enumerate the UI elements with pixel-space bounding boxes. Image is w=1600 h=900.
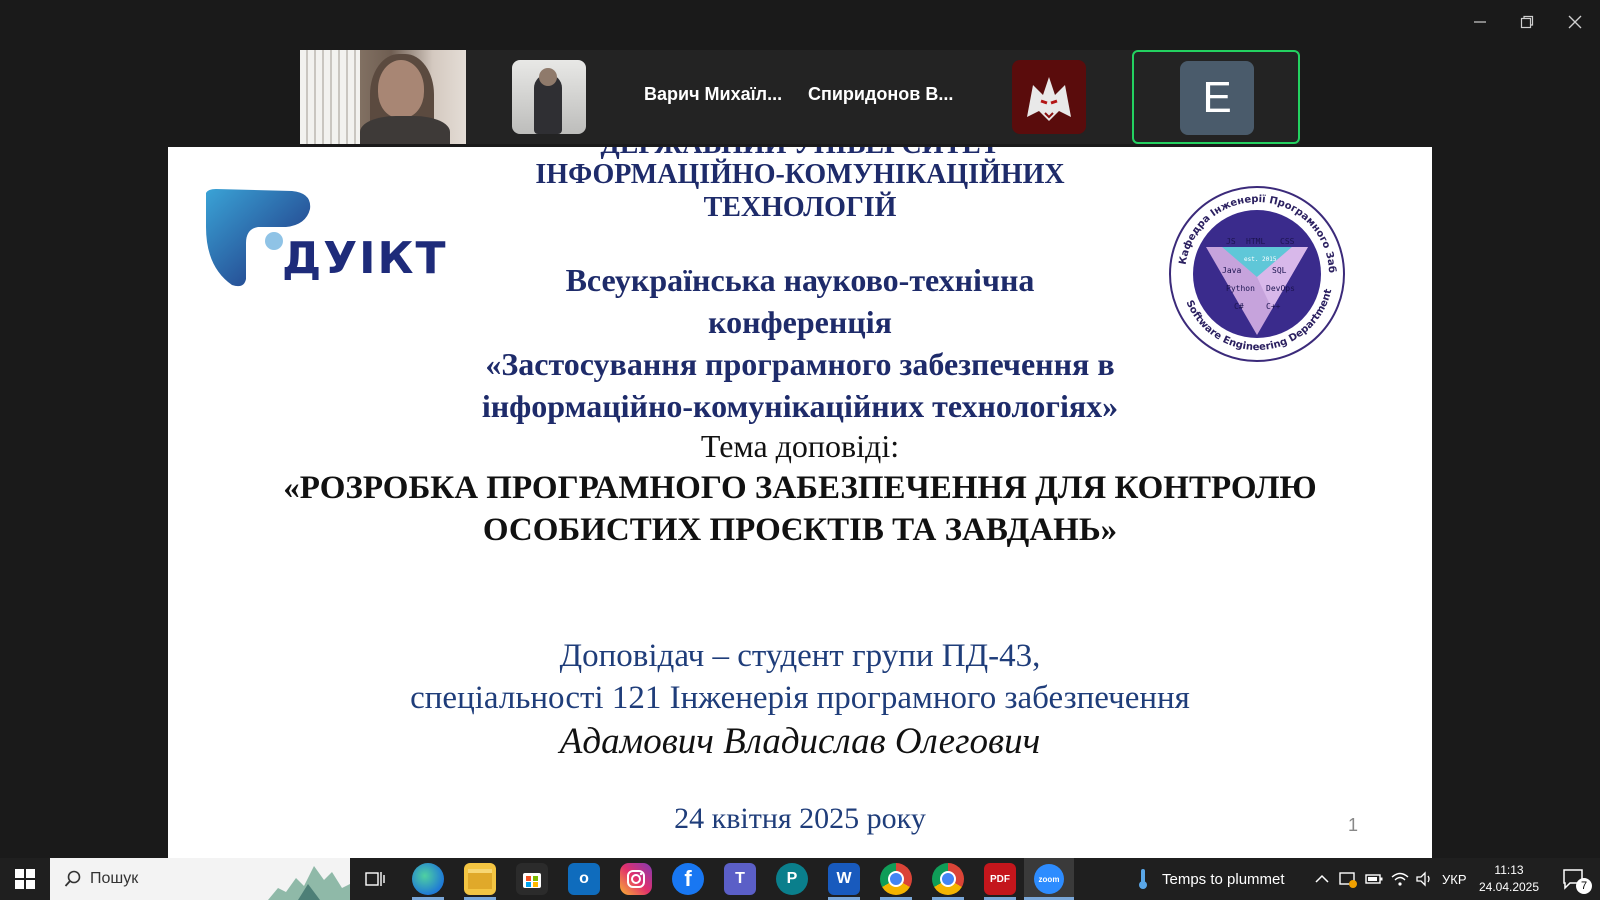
participant-face <box>378 60 424 118</box>
participant-name-tile[interactable]: Варич Михаїл... <box>644 84 782 105</box>
conference-title-line-1: Всеукраїнська науково-технічна <box>565 262 1035 298</box>
weather-widget[interactable]: Temps to plummet <box>1134 858 1285 900</box>
search-highlight-art <box>268 866 350 900</box>
participant-name-tile[interactable]: Спиридонов В... <box>808 84 953 105</box>
conference-title-line-3: «Застосування програмного забезпечення в <box>485 346 1115 382</box>
active-speaker-tile[interactable]: E <box>1132 50 1300 144</box>
university-name-line-3: ТЕХНОЛОГІЙ <box>703 192 897 223</box>
pdf-editor-app[interactable]: PDF <box>984 863 1016 895</box>
chevron-up-icon[interactable] <box>1312 869 1332 889</box>
word-icon: W <box>836 870 852 887</box>
outlook-app[interactable]: o <box>568 863 600 895</box>
zoom-app[interactable]: zoom <box>1024 858 1074 900</box>
taskbar-clock[interactable]: 11:13 24.04.2025 <box>1474 862 1544 896</box>
teams-app[interactable]: T <box>724 863 756 895</box>
chrome-icon <box>888 871 904 887</box>
participant-video-tile[interactable] <box>300 50 466 144</box>
notification-center-button[interactable]: 7 <box>1554 858 1594 900</box>
participant-wolf-avatar[interactable] <box>1012 60 1086 134</box>
wolf-icon <box>1027 77 1071 121</box>
restore-button[interactable] <box>1512 10 1542 34</box>
edge-app[interactable] <box>412 863 444 895</box>
instagram-app[interactable] <box>620 863 652 895</box>
battery-icon[interactable] <box>1364 869 1384 889</box>
windows-logo-icon <box>15 869 35 889</box>
slide-page-number: 1 <box>1347 815 1358 835</box>
network-warning-icon[interactable] <box>1338 869 1358 889</box>
presentation-date: 24 квітня 2025 року <box>674 802 926 835</box>
instagram-icon <box>627 870 645 888</box>
video-background <box>300 50 360 144</box>
participant-body <box>360 116 450 144</box>
seal-label: CSS <box>1280 237 1295 246</box>
teams-icon: T <box>735 870 745 887</box>
wifi-icon[interactable] <box>1390 869 1410 889</box>
start-button[interactable] <box>0 858 50 900</box>
weather-text: Temps to plummet <box>1162 870 1285 888</box>
task-view-button[interactable] <box>360 858 390 900</box>
chrome-icon <box>940 871 956 887</box>
minimize-button[interactable] <box>1465 10 1495 34</box>
speaker-line-2: спеціальності 121 Інженерія програмного … <box>410 680 1190 716</box>
folder-icon <box>468 869 492 889</box>
facebook-icon: f <box>684 866 692 891</box>
thermometer-icon <box>1139 869 1147 889</box>
close-button[interactable] <box>1560 10 1590 34</box>
university-name-line-2: ІНФОРМАЦІЙНО-КОМУНІКАЦІЙНИХ <box>535 159 1065 190</box>
pearson-app[interactable]: P <box>776 863 808 895</box>
presentation-slide: ДУІКТ Кафедра Інженерії Програмного Забе… <box>168 147 1432 858</box>
language-indicator[interactable]: УКР <box>1442 858 1467 900</box>
clock-time: 11:13 <box>1494 863 1524 877</box>
close-icon <box>1568 15 1582 29</box>
zoom-icon: zoom <box>1034 864 1064 894</box>
speaker-name: Адамович Владислав Олегович <box>559 721 1041 762</box>
participant-strip: Варич Михаїл... Спиридонов В... E <box>300 50 1300 144</box>
seal-label: JS <box>1226 237 1236 246</box>
volume-icon[interactable] <box>1414 869 1434 889</box>
search-placeholder: Пошук <box>90 870 139 887</box>
store-app[interactable] <box>516 863 548 895</box>
pearson-icon: P <box>786 870 798 887</box>
topic-label: Тема доповіді: <box>700 428 900 464</box>
notification-count-badge: 7 <box>1576 878 1592 894</box>
file-explorer-app[interactable] <box>464 863 496 895</box>
photo-head <box>539 68 557 86</box>
conference-title-line-4: інформаційно-комунікаційних технологіях» <box>481 388 1119 424</box>
clock-date: 24.04.2025 <box>1478 880 1540 894</box>
minimize-icon <box>1474 21 1486 23</box>
chrome-app[interactable] <box>880 863 912 895</box>
speaker-line-1: Доповідач – студент групи ПД-43, <box>559 638 1041 674</box>
seal-label: HTML <box>1246 237 1265 246</box>
task-view-icon <box>365 872 385 886</box>
letter-avatar: E <box>1180 61 1254 135</box>
store-icon <box>523 873 541 888</box>
outlook-icon: o <box>579 870 589 887</box>
topic-title-line-2: ОСОБИСТИХ ПРОЄКТІВ ТА ЗАВДАНЬ» <box>482 512 1118 548</box>
participant-photo-avatar[interactable] <box>512 60 586 134</box>
restore-icon <box>1520 15 1534 29</box>
pdf-icon: PDF <box>990 873 1010 885</box>
chrome-profile-app[interactable] <box>932 863 964 895</box>
taskbar-search[interactable]: Пошук <box>50 858 350 900</box>
topic-title-line-1: «РОЗРОБКА ПРОГРАМНОГО ЗАБЕЗПЕЧЕННЯ ДЛЯ К… <box>283 470 1317 506</box>
word-app[interactable]: W <box>828 863 860 895</box>
facebook-app[interactable]: f <box>672 863 704 895</box>
conference-title-line-2: конференція <box>708 304 892 340</box>
windows-taskbar: Пошук o f T P W PDF zoom Temps to plumme… <box>0 858 1600 900</box>
search-icon <box>64 870 81 887</box>
